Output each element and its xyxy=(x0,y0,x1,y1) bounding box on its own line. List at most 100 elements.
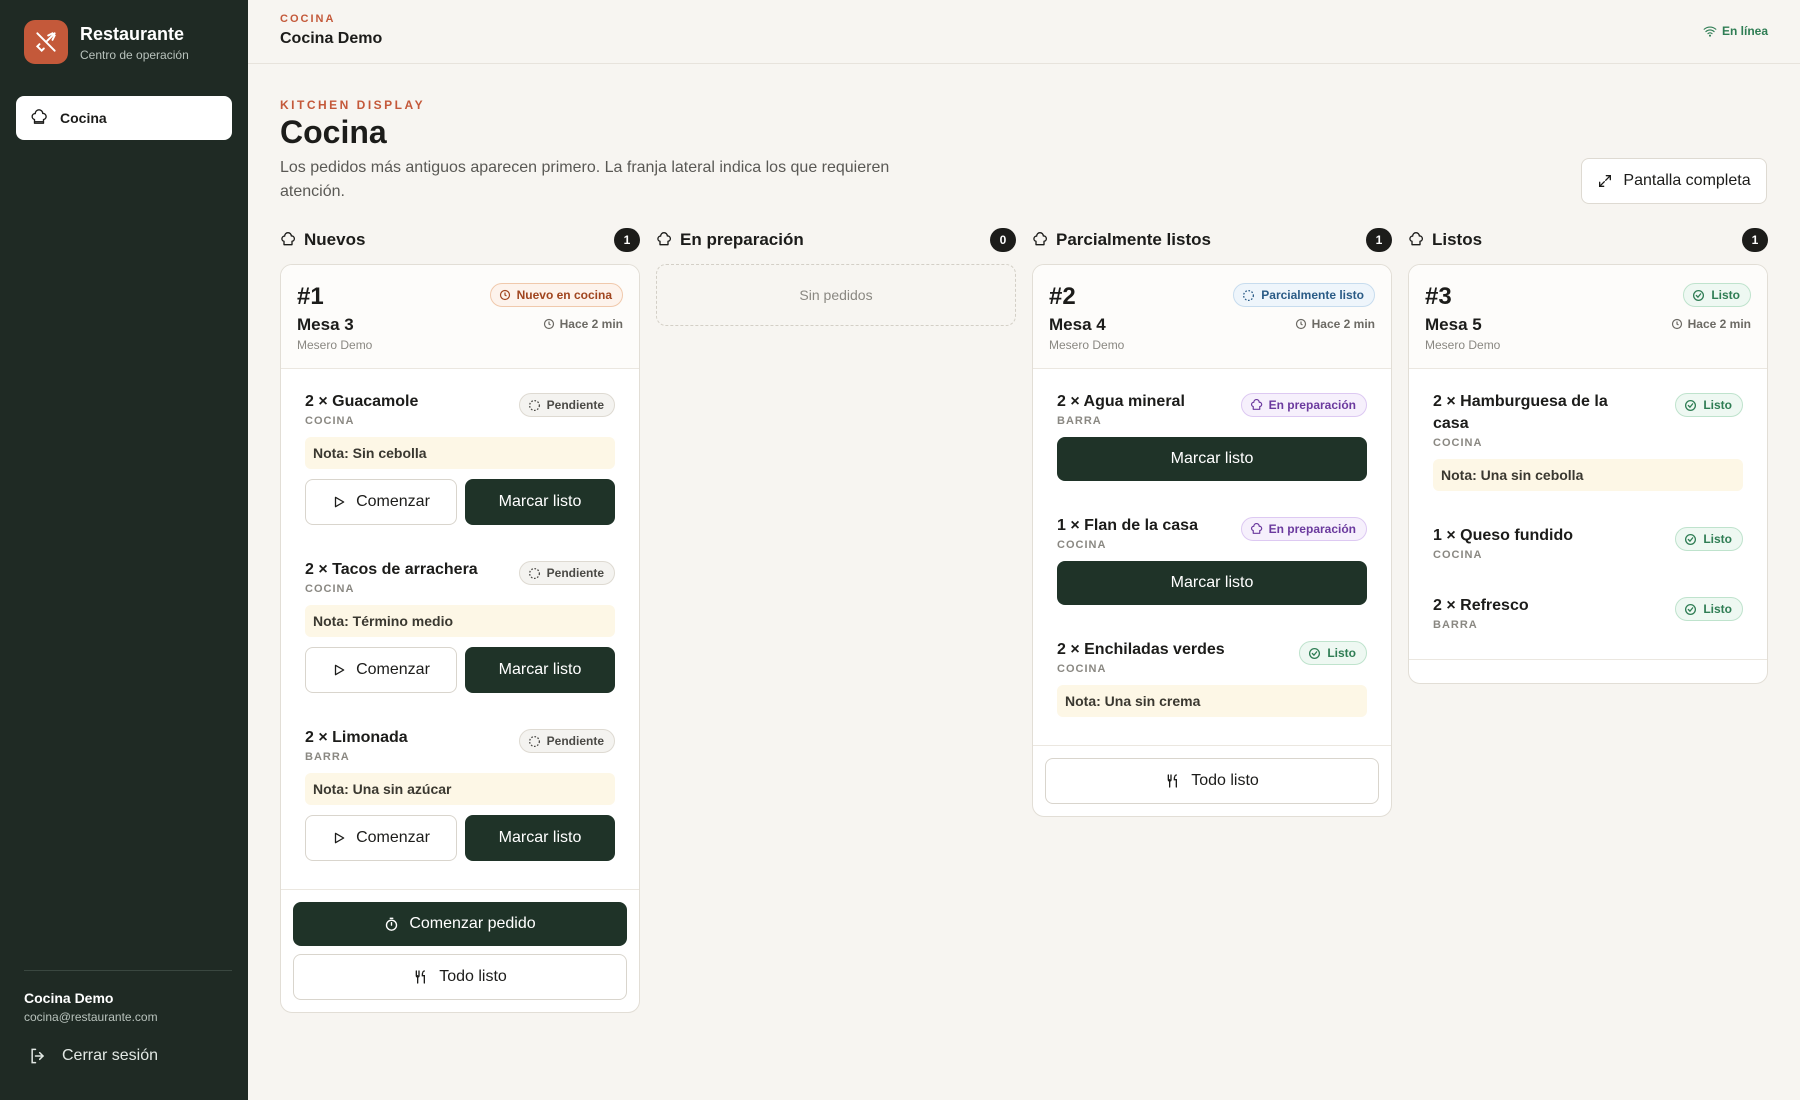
user-email: cocina@restaurante.com xyxy=(24,1010,158,1024)
start-item-button[interactable]: Comenzar xyxy=(305,815,457,861)
topbar-title: Cocina Demo xyxy=(280,30,383,47)
expand-icon xyxy=(1599,175,1612,187)
mark-ready-button[interactable]: Marcar listo xyxy=(465,479,615,525)
item-status-badge: Listo xyxy=(1299,641,1367,665)
online-status-label: En línea xyxy=(1721,24,1768,38)
utensils-icon xyxy=(1167,774,1178,788)
waiter-name: Mesero Demo xyxy=(1425,338,1501,352)
status-badge-label: Listo xyxy=(1711,288,1740,302)
column-listos: Listos 1 #3 Mesa 5 Mesero Demo Listo Hac… xyxy=(1408,226,1768,684)
pending-icon xyxy=(528,399,540,411)
order-time: Hace 2 min xyxy=(1295,317,1375,331)
order-time: Hace 2 min xyxy=(1671,317,1751,331)
clock-icon xyxy=(499,289,510,301)
order-item: 1 × Queso fundido COCINA Listo xyxy=(1421,513,1755,573)
order-card-header: #1 Mesa 3 Mesero Demo Nuevo en cocina Ha… xyxy=(281,265,639,369)
column-title: Listos xyxy=(1432,230,1483,249)
order-card[interactable]: #1 Mesa 3 Mesero Demo Nuevo en cocina Ha… xyxy=(280,264,640,1013)
sidebar: Restaurante Centro de operación Cocina C… xyxy=(0,0,248,1100)
column-nuevos: Nuevos 1 #1 Mesa 3 Mesero Demo Nuevo en … xyxy=(280,226,640,1013)
column-count: 1 xyxy=(1366,228,1392,252)
start-order-label: Comenzar pedido xyxy=(409,915,536,932)
mark-ready-button[interactable]: Marcar listo xyxy=(1057,561,1367,605)
order-item: 2 × Hamburguesa de la casa COCINA Listo … xyxy=(1421,379,1755,503)
item-status-badge: Listo xyxy=(1675,527,1743,551)
start-order-button[interactable]: Comenzar pedido xyxy=(293,902,627,946)
column-header: Nuevos 1 xyxy=(280,226,640,254)
logout-icon xyxy=(31,1048,45,1064)
order-item: 2 × Tacos de arrachera COCINA Pendiente … xyxy=(293,547,627,705)
item-status-badge: Pendiente xyxy=(518,561,615,585)
item-status-label: En preparación xyxy=(1268,522,1356,536)
logout-button[interactable]: Cerrar sesión xyxy=(28,1046,158,1066)
status-badge: Parcialmente listo xyxy=(1233,283,1375,307)
all-ready-button[interactable]: Todo listo xyxy=(1045,758,1379,804)
start-item-button[interactable]: Comenzar xyxy=(305,479,457,525)
sidebar-item-cocina[interactable]: Cocina xyxy=(16,96,232,140)
sidebar-item-label: Cocina xyxy=(60,110,107,126)
chef-hat-icon xyxy=(657,232,672,246)
empty-state: Sin pedidos xyxy=(656,264,1016,326)
column-count: 1 xyxy=(614,228,640,252)
item-status-label: En preparación xyxy=(1268,398,1356,412)
item-status-label: Pendiente xyxy=(546,734,604,748)
play-icon xyxy=(334,664,345,676)
order-item: 2 × Agua mineral BARRA En preparación Ma… xyxy=(1045,379,1379,493)
chef-hat-icon xyxy=(281,232,296,246)
topbar-kicker: COCINA xyxy=(280,13,336,25)
utensils-logo-icon xyxy=(24,20,68,64)
item-status-label: Pendiente xyxy=(546,566,604,580)
status-badge-label: Parcialmente listo xyxy=(1261,288,1364,302)
column-en-preparacion: En preparación 0 Sin pedidos xyxy=(656,226,1016,326)
item-status-label: Listo xyxy=(1327,646,1356,660)
start-item-label: Comenzar xyxy=(356,661,430,678)
order-card[interactable]: #2 Mesa 4 Mesero Demo Parcialmente listo… xyxy=(1032,264,1392,817)
start-item-label: Comenzar xyxy=(356,493,430,510)
fullscreen-label: Pantalla completa xyxy=(1623,172,1751,189)
page-description: Los pedidos más antiguos aparecen primer… xyxy=(280,159,890,200)
table-name: Mesa 3 xyxy=(297,315,354,334)
brand: Restaurante Centro de operación xyxy=(24,20,189,64)
column-parcialmente-listos: Parcialmente listos 1 #2 Mesa 4 Mesero D… xyxy=(1032,226,1392,817)
user-name: Cocina Demo xyxy=(24,990,114,1006)
check-circle-icon xyxy=(1309,647,1321,659)
item-status-label: Listo xyxy=(1703,398,1732,412)
logout-label: Cerrar sesión xyxy=(62,1047,159,1064)
check-circle-icon xyxy=(1693,289,1705,301)
column-count: 1 xyxy=(1742,228,1768,252)
item-status-badge: Listo xyxy=(1675,597,1743,621)
all-ready-label: Todo listo xyxy=(1191,772,1259,789)
item-status-label: Listo xyxy=(1703,532,1732,546)
column-header: En preparación 0 xyxy=(656,226,1016,254)
item-status-badge: Pendiente xyxy=(518,729,615,753)
column-title: En preparación xyxy=(680,230,804,249)
fullscreen-button[interactable]: Pantalla completa xyxy=(1581,158,1767,204)
check-circle-icon xyxy=(1685,533,1697,545)
clock-icon xyxy=(1295,318,1306,330)
chef-hat-icon xyxy=(1250,398,1262,410)
item-station: COCINA xyxy=(1433,437,1483,449)
mark-ready-button[interactable]: Marcar listo xyxy=(465,815,615,861)
order-item: 2 × Refresco BARRA Listo xyxy=(1421,583,1755,643)
start-item-button[interactable]: Comenzar xyxy=(305,647,457,693)
order-card-header: #3 Mesa 5 Mesero Demo Listo Hace 2 min xyxy=(1409,265,1767,369)
order-time-label: Hace 2 min xyxy=(1311,317,1375,331)
all-ready-button[interactable]: Todo listo xyxy=(293,954,627,1000)
all-ready-label: Todo listo xyxy=(439,968,507,985)
check-circle-icon xyxy=(1685,603,1697,615)
column-header: Parcialmente listos 1 xyxy=(1032,226,1392,254)
item-note: Nota: Sin cebolla xyxy=(305,437,615,469)
order-item: 2 × Limonada BARRA Pendiente Nota: Una s… xyxy=(293,715,627,873)
item-status-badge: En preparación xyxy=(1240,517,1367,541)
mark-ready-button[interactable]: Marcar listo xyxy=(465,647,615,693)
page-kicker: KITCHEN DISPLAY xyxy=(280,98,426,112)
order-card[interactable]: #3 Mesa 5 Mesero Demo Listo Hace 2 min 2… xyxy=(1408,264,1768,684)
utensils-icon xyxy=(415,970,426,984)
chef-hat-icon xyxy=(31,109,47,124)
mark-ready-button[interactable]: Marcar listo xyxy=(1057,437,1367,481)
order-item: 1 × Flan de la casa COCINA En preparació… xyxy=(1045,503,1379,617)
clock-icon xyxy=(543,318,554,330)
item-status-badge: Listo xyxy=(1675,393,1743,417)
order-card-header: #2 Mesa 4 Mesero Demo Parcialmente listo… xyxy=(1033,265,1391,369)
item-status-label: Pendiente xyxy=(546,398,604,412)
